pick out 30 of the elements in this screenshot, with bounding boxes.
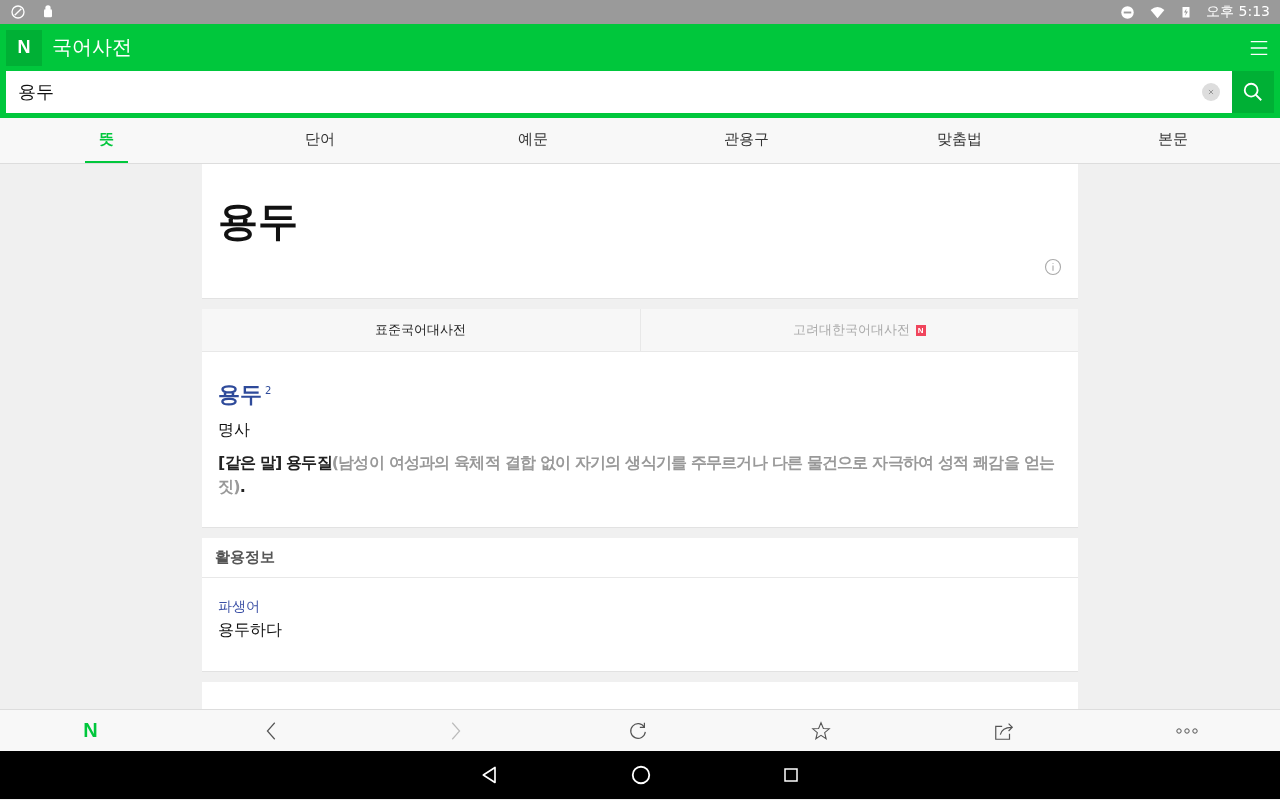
close-icon [1206,87,1216,97]
section-title: 활용정보 [202,538,1078,578]
new-badge: N [915,324,926,336]
derivative-label: 파생어 [218,598,260,616]
home-button[interactable] [630,764,652,786]
derivative-word[interactable]: 용두하다 [218,620,282,641]
tab[interactable]: 예문 [504,118,563,163]
tab[interactable]: 본문 [1144,118,1203,163]
headword: 용두 [218,197,299,246]
tab[interactable]: 관용구 [710,118,784,163]
search-button[interactable] [1232,71,1274,113]
app-title: 국어사전 [52,34,133,61]
info-icon[interactable] [1044,258,1062,276]
do-not-disturb-icon [1120,4,1136,20]
home-circle-icon [630,764,652,786]
part-of-speech: 명사 [218,420,250,441]
wifi-icon [1149,4,1167,20]
search-icon [1242,81,1264,103]
star-icon [809,719,832,742]
tab[interactable]: 맞춤법 [923,118,997,163]
clear-button[interactable] [1202,83,1220,101]
status-time: 오후 5:13 [1206,3,1270,21]
dictionary-tab[interactable]: 표준국어대사전 [202,309,640,351]
battery-charging-icon [1180,4,1193,20]
recents-button[interactable] [782,766,800,784]
tab[interactable]: 단어 [291,118,349,163]
recents-square-icon [782,766,800,784]
entry-word: 용두$^{2}$ [218,381,272,409]
definition-text: [같은 말] 용두질(남성이 여성과의 육체적 결합 없이 자기의 생식기를 주무르거나 다른 물건으로 자극하여 성적 쾌감을 얻는 짓). [218,452,1055,498]
dictionary-tab[interactable]: 고려대한국어대사전 N [639,309,1078,351]
